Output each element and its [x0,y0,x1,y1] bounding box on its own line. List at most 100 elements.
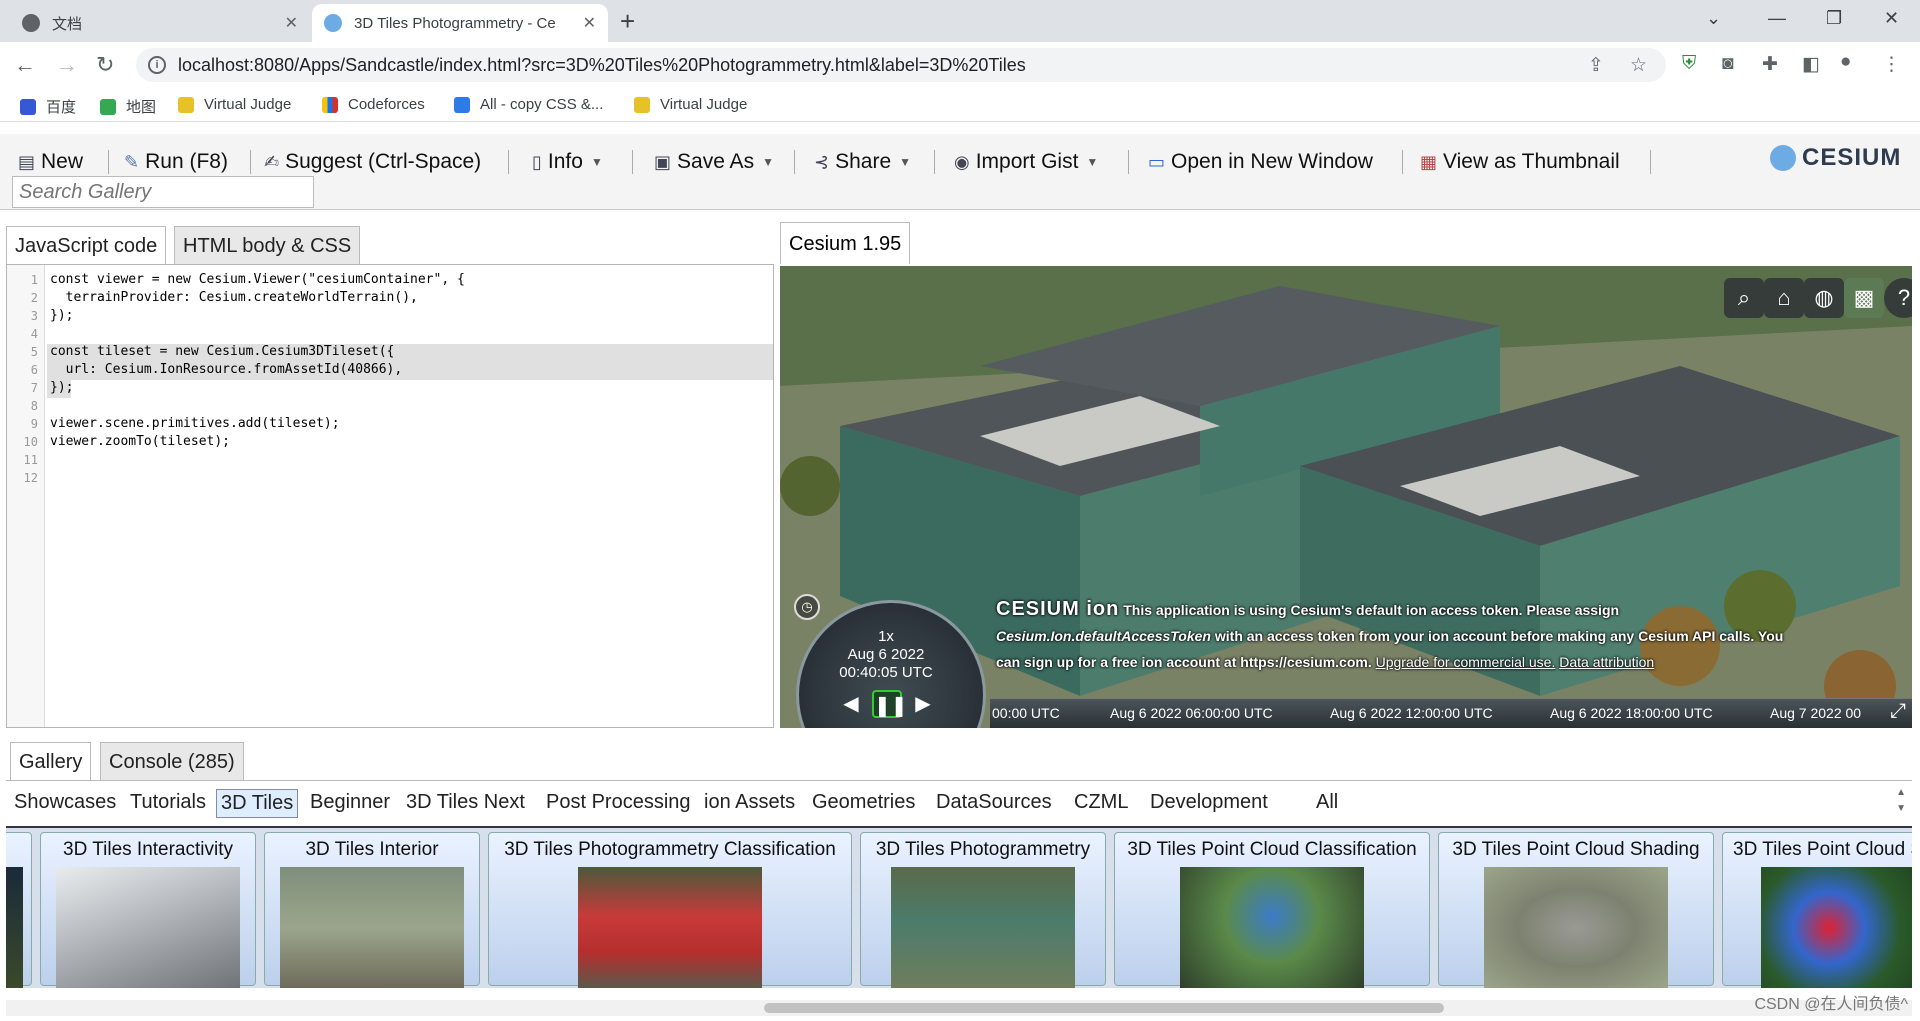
category-geometries[interactable]: Geometries [808,789,919,816]
gallery-card[interactable]: 3D Tiles Interior [264,832,480,988]
category-3d-tiles-next[interactable]: 3D Tiles Next [402,789,529,816]
new-document-icon: ▤ [18,151,36,172]
open-new-window-button[interactable]: ▭ Open in New Window [1148,146,1373,178]
tab-html-body-css[interactable]: HTML body & CSS [174,226,361,264]
category-3d-tiles[interactable]: 3D Tiles [216,789,299,818]
toolbar-divider [1128,150,1129,174]
share-dropdown[interactable]: ⊰ Share ▼ [814,146,911,178]
credit-container: CESIUM ion This application is using Ces… [996,596,1896,675]
gallery-horizontal-scrollbar[interactable] [6,1000,1912,1016]
toolbar-divider [250,150,251,174]
gallery-card[interactable]: 3D Tiles Photogrammetry Classification [488,832,852,988]
tab-search-icon[interactable]: ⌄ [1706,8,1721,29]
browser-tab-sandcastle[interactable]: 3D Tiles Photogrammetry - Ce ✕ [312,4,608,42]
line-number: 10 [23,435,38,449]
search-icon[interactable]: ⌕ [1724,278,1764,318]
code-editor[interactable]: 1 2 3 4 5 6 7 8 9 10 11 12 const viewer … [6,264,774,728]
forward-icon[interactable]: → [56,52,78,78]
bookmark-virtual-judge-2[interactable]: Virtual Judge [634,96,747,113]
run-button[interactable]: ✎ Run (F8) [124,146,228,178]
gallery-card[interactable]: 3D Tiles Point Cloud Classification [1114,832,1430,988]
pause-icon[interactable]: ❚❚ [872,690,908,718]
browser-tab-docs[interactable]: 文档 ✕ [10,4,310,42]
minimize-button[interactable]: — [1768,8,1786,29]
tab-console[interactable]: Console (285) [100,742,244,780]
gallery-card-title: 3D Tiles Point Cloud Classification [1127,839,1417,860]
scrollbar-thumb[interactable] [764,1003,1444,1013]
category-ion-assets[interactable]: ion Assets [700,789,799,816]
play-forward-icon[interactable]: ▶ [908,690,938,718]
tab-javascript-code[interactable]: JavaScript code [6,226,167,264]
category-development[interactable]: Development [1146,789,1272,816]
category-czml[interactable]: CZML [1070,789,1132,816]
timeline-label: Aug 6 2022 18:00:00 UTC [1550,705,1713,721]
new-tab-button[interactable]: + [620,8,635,34]
category-scroll-icon[interactable]: ▲ ▼ [1896,785,1906,817]
category-beginner[interactable]: Beginner [306,789,394,816]
gallery-thumbnail [56,867,240,988]
search-gallery-input[interactable] [12,176,314,208]
gallery-thumbnail [1484,867,1668,988]
category-datasources[interactable]: DataSources [932,789,1056,816]
fullscreen-icon[interactable]: ⤢ [1890,700,1906,723]
gallery-card[interactable]: 3D Tiles Photogrammetry [860,832,1106,988]
upgrade-link[interactable]: Upgrade for commercial use. [1376,654,1556,670]
import-gist-dropdown[interactable]: ◉ Import Gist ▼ [954,146,1098,178]
url-text[interactable]: localhost:8080/Apps/Sandcastle/index.htm… [178,55,1026,76]
shield-extension-icon[interactable]: ⛨ [1682,53,1696,75]
site-info-icon[interactable]: i [148,56,166,74]
code-line: viewer.zoomTo(tileset); [50,434,231,449]
side-panel-icon[interactable]: ◧ [1802,53,1820,76]
chevron-down-icon: ▼ [899,155,912,169]
back-icon[interactable]: ← [14,52,36,78]
play-reverse-icon[interactable]: ◀ [836,690,866,718]
cesium-logo[interactable]: CESIUM [1770,144,1901,172]
baidu-icon [20,98,36,115]
data-attribution-link[interactable]: Data attribution [1559,654,1654,670]
gallery-category-bar: Showcases Tutorials 3D Tiles Beginner 3D… [6,780,1912,824]
gallery-card-title: 3D Tiles Photogrammetry [875,839,1091,860]
reload-icon[interactable]: ↻ [96,52,114,78]
timeline[interactable]: 00:00 UTC Aug 6 2022 06:00:00 UTC Aug 6 … [990,698,1912,728]
suggest-button[interactable]: ✍ Suggest (Ctrl-Space) [264,146,481,178]
menu-kebab-icon[interactable]: ⋮ [1882,53,1901,76]
close-tab-icon[interactable]: ✕ [583,13,596,33]
line-number: 4 [30,327,38,341]
gallery-card[interactable]: 3D Tiles Interactivity [40,832,256,988]
bookmark-codeforces[interactable]: Codeforces [322,96,425,113]
category-all[interactable]: All [1312,789,1342,816]
cesium-ion-logo[interactable]: CESIUM ion [996,598,1119,620]
cesium-viewer[interactable]: ⌕ ⌂ ◍ ▩ ? ◷ 1x Aug 6 2022 00:40:05 UTC ◀… [780,266,1912,728]
bookmark-copy-css[interactable]: All - copy CSS &... [454,96,603,113]
base-layer-picker-icon[interactable]: ▩ [1844,278,1884,318]
clock-icon[interactable]: ◷ [794,594,820,620]
category-post-processing[interactable]: Post Processing [542,789,695,816]
tab-cesium-viewer[interactable]: Cesium 1.95 [780,222,911,264]
bookmark-baidu[interactable]: 百度 [20,96,76,117]
bookmark-virtual-judge[interactable]: Virtual Judge [178,96,291,113]
share-page-icon[interactable]: ⇪ [1588,54,1604,77]
profile-avatar-icon[interactable]: ● [1840,51,1851,73]
close-tab-icon[interactable]: ✕ [285,13,298,33]
restore-button[interactable]: ❐ [1826,8,1842,29]
gallery-card-partial[interactable] [6,832,32,988]
extension-icon[interactable]: ◙ [1722,53,1733,75]
bookmark-star-icon[interactable]: ☆ [1630,54,1647,77]
category-tutorials[interactable]: Tutorials [126,789,210,816]
puzzle-icon[interactable]: ✚ [1762,53,1778,76]
scene-mode-globe-icon[interactable]: ◍ [1804,278,1844,318]
view-thumbnail-button[interactable]: ▦ View as Thumbnail [1420,146,1620,178]
url-bar[interactable]: i localhost:8080/Apps/Sandcastle/index.h… [136,48,1666,82]
tab-gallery[interactable]: Gallery [10,742,92,780]
close-window-button[interactable]: ✕ [1884,8,1899,29]
gallery-strip: 3D Tiles Interactivity 3D Tiles Interior… [6,826,1912,988]
bookmark-map[interactable]: 地图 [100,96,156,117]
category-showcases[interactable]: Showcases [10,789,120,816]
gallery-card[interactable]: 3D Tiles Point Cloud S [1722,832,1912,988]
info-dropdown[interactable]: ▯ Info ▼ [532,146,603,178]
gallery-card[interactable]: 3D Tiles Point Cloud Shading [1438,832,1714,988]
new-button[interactable]: ▤ New [18,146,83,178]
save-as-dropdown[interactable]: ▣ Save As ▼ [654,146,774,178]
line-number: 7 [30,381,38,395]
home-icon[interactable]: ⌂ [1764,278,1804,318]
